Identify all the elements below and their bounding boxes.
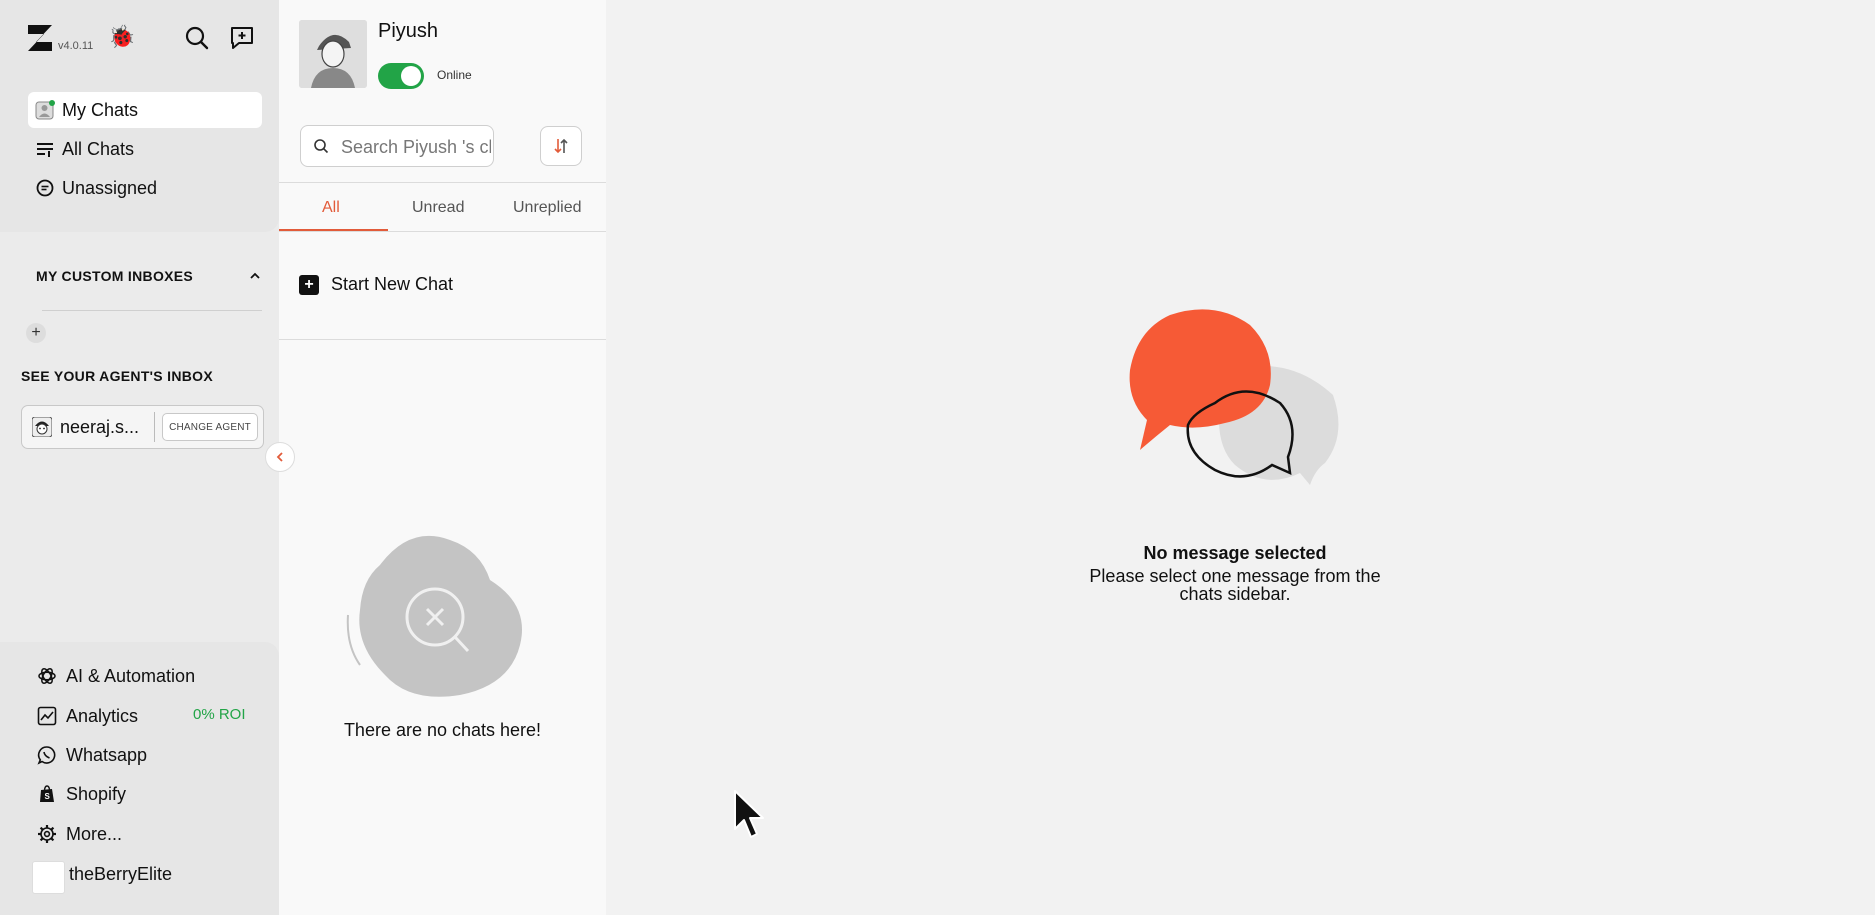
nav-more[interactable]: More...	[36, 820, 122, 848]
nav-shopify[interactable]: S Shopify	[36, 780, 126, 808]
chat-list-panel: Piyush Online All Unread Unreplied + Sta…	[279, 0, 606, 915]
search-icon[interactable]	[183, 24, 211, 52]
user-name: Piyush	[378, 20, 439, 42]
start-new-chat-button[interactable]: + Start New Chat	[299, 274, 453, 295]
agent-avatar	[32, 417, 52, 437]
agent-separator	[154, 412, 155, 442]
agent-name: neeraj.s...	[60, 417, 140, 437]
chevron-left-icon	[276, 452, 283, 462]
start-new-chat-label: Start New Chat	[331, 274, 454, 294]
chat-bubble-icon	[34, 177, 56, 199]
my-chats-avatar-icon	[34, 99, 56, 121]
sort-arrows-icon	[554, 138, 568, 154]
bottom-nav-label: More...	[66, 823, 123, 844]
nav-label: Unassigned	[62, 177, 158, 198]
mouse-cursor-icon	[734, 790, 764, 838]
chat-bubbles-illustration	[1129, 309, 1339, 485]
bottom-nav-label: Shopify	[66, 783, 127, 804]
openai-icon	[36, 665, 58, 687]
whatsapp-icon	[36, 744, 58, 766]
status-label: Online	[437, 68, 472, 82]
agent-inbox-title: SEE YOUR AGENT'S INBOX	[21, 368, 213, 384]
app-logo	[28, 25, 52, 51]
chevron-up-icon[interactable]	[248, 270, 262, 282]
search-field[interactable]	[300, 125, 494, 167]
left-sidebar: v4.0.11 🐞 My Chats All Chats Unassigned …	[0, 0, 279, 915]
tab-unreplied[interactable]: Unreplied	[513, 199, 581, 217]
nav-analytics[interactable]: Analytics	[36, 702, 138, 730]
no-message-title: No message selected	[1143, 543, 1327, 563]
svg-text:S: S	[45, 792, 51, 801]
sort-button[interactable]	[540, 126, 582, 166]
no-chats-illustration	[346, 535, 522, 697]
nav-label: My Chats	[62, 99, 139, 120]
add-inbox-button[interactable]: +	[26, 323, 46, 343]
nav-whatsapp[interactable]: Whatsapp	[36, 741, 147, 769]
online-toggle[interactable]	[378, 63, 424, 89]
store-name[interactable]: theBerryElite	[69, 864, 172, 885]
bug-icon[interactable]: 🐞	[108, 26, 135, 48]
user-avatar[interactable]	[299, 20, 367, 88]
roi-badge: 0% ROI	[193, 706, 246, 723]
no-message-description: Please select one message from the chats…	[1089, 566, 1381, 604]
plus-square-icon: +	[299, 274, 319, 295]
app-version: v4.0.11	[58, 40, 94, 52]
gear-icon	[36, 823, 58, 845]
chat-divider	[279, 339, 606, 340]
bottom-nav-label: AI & Automation	[66, 665, 196, 686]
collapse-sidebar-button[interactable]	[265, 442, 295, 472]
nav-my-chats[interactable]: My Chats	[28, 92, 262, 128]
shopify-icon: S	[36, 783, 58, 805]
filter-lines-icon	[34, 138, 56, 160]
bottom-nav-label: Analytics	[66, 705, 139, 726]
new-message-icon[interactable]	[228, 24, 256, 52]
section-divider	[42, 310, 262, 311]
tab-unread[interactable]: Unread	[412, 199, 464, 217]
nav-all-chats[interactable]: All Chats	[28, 131, 262, 167]
nav-label: All Chats	[62, 138, 135, 159]
nav-unassigned[interactable]: Unassigned	[28, 170, 262, 206]
search-input[interactable]	[339, 134, 493, 160]
agent-selector: neeraj.s... CHANGE AGENT	[21, 405, 264, 449]
chart-icon	[36, 705, 58, 727]
tabs-top-border	[279, 182, 606, 183]
search-icon	[314, 139, 329, 154]
nav-ai-automation[interactable]: AI & Automation	[36, 662, 195, 690]
store-logo	[32, 861, 65, 894]
change-agent-button[interactable]: CHANGE AGENT	[162, 413, 258, 441]
no-chats-text: There are no chats here!	[343, 720, 542, 740]
tab-all[interactable]: All	[322, 199, 340, 217]
custom-inboxes-title: MY CUSTOM INBOXES	[36, 268, 194, 284]
tabs-bottom-border	[279, 231, 606, 232]
bottom-nav-label: Whatsapp	[66, 744, 148, 765]
